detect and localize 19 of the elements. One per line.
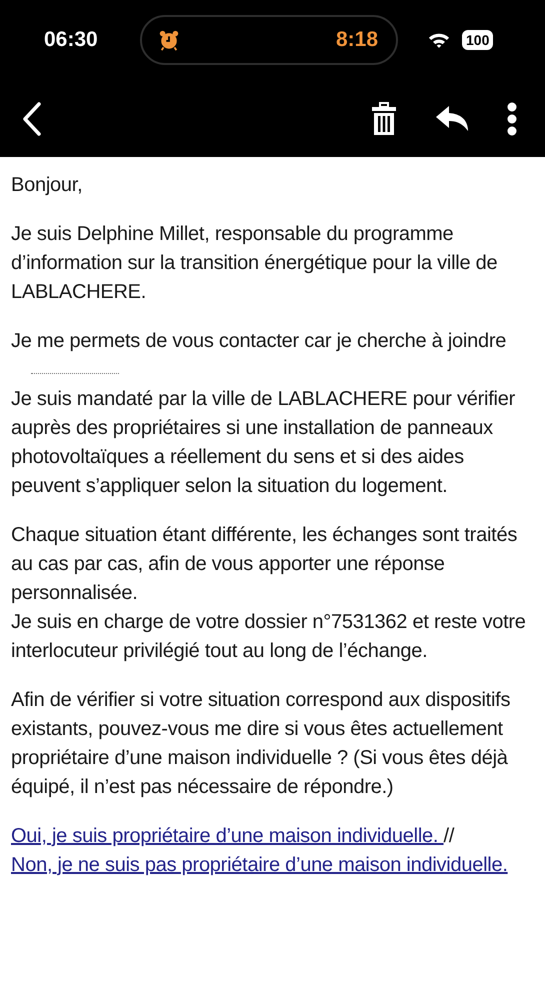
email-paragraph: Je suis Delphine Millet, responsable du programme d’information sur la transition énergétique pour la ville de LABLACHERE. [11,222,498,305]
battery-indicator: 100 [462,30,494,50]
email-paragraph: Je suis mandaté par la ville de LABLACHERE pour vérifier auprès des propriétaires si une installation de panneaux photovoltaïques a réellement du sens et si des aides peuvent s’appliquer selon la situation du logement. [11,387,516,499]
email-paragraph: Je suis en charge de votre dossier n°7531362 et reste votre interlocuteur privilégié tout au long de l’échange. [11,610,527,664]
reply-button[interactable] [435,104,469,132]
email-paragraph: Chaque situation étant différente, les échanges sont traités au cas par cas, afin de vous apporter une réponse personnalisée. [11,523,518,606]
no-link[interactable]: Non, je ne suis pas propriétaire d’une maison individuelle. [11,854,508,876]
separator-text: // [444,825,454,847]
delete-button[interactable] [371,102,397,136]
status-time: 06:30 [44,28,99,52]
email-paragraph: Bonjour, [11,173,84,198]
wifi-icon [428,32,450,48]
email-paragraph: Je me permets de vous contacter car je cherche à joindre [11,327,535,385]
back-button[interactable] [22,102,42,136]
timer-text: 8:18 [336,28,378,52]
email-paragraph: Afin de vérifier si votre situation correspond aux dispositifs existants, pouvez-vous me dire si vous êtes actuellement propriétaire d’une maison individuelle ? (Si vous êtes déjà équipé, il n’est pas nécessaire de répondre.) [11,688,512,800]
more-button[interactable] [507,102,517,136]
yes-link[interactable]: Oui, je suis propriétaire d’une maison individuelle. [11,825,444,847]
alarm-clock-icon [158,29,180,51]
